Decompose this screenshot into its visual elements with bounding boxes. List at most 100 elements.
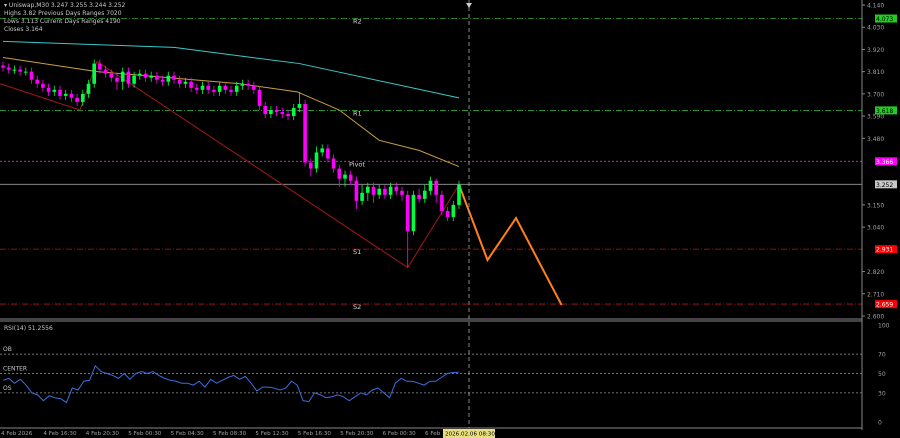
candle xyxy=(29,67,34,84)
candle xyxy=(434,178,438,203)
candle xyxy=(138,69,142,80)
candle xyxy=(274,105,279,117)
candle-body xyxy=(172,75,176,80)
price-tick-label: 3.040 xyxy=(867,225,884,232)
candle-body xyxy=(24,71,28,73)
candle-body xyxy=(434,180,438,195)
candle-body xyxy=(155,75,159,80)
candle-body xyxy=(86,83,91,94)
candle xyxy=(12,65,17,74)
rsi-pane[interactable]: RSI(14) 51.2556 OB CENTER OS xyxy=(0,325,862,404)
price-tick-label: 3.920 xyxy=(867,47,884,54)
pivot-label-s2: S2 xyxy=(353,303,361,311)
candle-body xyxy=(103,69,108,74)
candle-body xyxy=(126,71,131,84)
candle-body xyxy=(6,67,11,70)
candle-body xyxy=(234,85,239,92)
time-tick-label: 4 Feb 2026 xyxy=(1,431,33,437)
candle xyxy=(246,79,250,90)
candle xyxy=(240,79,245,90)
candle-body xyxy=(354,180,359,201)
candle-body xyxy=(337,168,342,179)
price-tag-label: 4.073 xyxy=(876,16,893,23)
candle-body xyxy=(417,194,421,199)
candle-body xyxy=(440,194,444,211)
rsi-tick-label: 30 xyxy=(878,390,886,397)
candle xyxy=(217,81,222,96)
candle xyxy=(417,188,421,203)
candle-body xyxy=(63,93,68,96)
candle xyxy=(303,99,307,167)
candle xyxy=(411,190,416,236)
candle-body xyxy=(451,204,456,218)
rsi-level-label: CENTER xyxy=(3,366,27,373)
candle xyxy=(269,105,273,119)
axes: 4.1404.0303.9203.8103.7003.5903.4803.150… xyxy=(0,0,897,438)
candle-body xyxy=(457,184,461,205)
candle-body xyxy=(35,79,39,84)
candle xyxy=(383,184,387,199)
candle-body xyxy=(314,152,319,169)
candle-body xyxy=(138,73,142,76)
candle-body xyxy=(383,188,387,195)
candle-body xyxy=(274,110,279,113)
candle xyxy=(166,71,171,86)
price-tick-label: 3.480 xyxy=(867,136,884,143)
candle xyxy=(445,206,450,222)
pivot-label-pivot: Pivot xyxy=(349,160,365,168)
rsi-tick-label: 50 xyxy=(878,371,886,378)
price-pane[interactable]: R2 R1 Pivot S1 S2 xyxy=(0,18,862,312)
candle xyxy=(18,65,22,76)
low-line: Lows 3.113 Current Days Ranges 4190 xyxy=(4,18,121,25)
price-tag-label: 3.366 xyxy=(876,159,893,166)
candle-body xyxy=(303,103,307,163)
candle xyxy=(280,107,285,119)
candle-body xyxy=(246,83,250,86)
candle xyxy=(41,79,45,92)
time-tick-label: 5 Feb 08:30 xyxy=(213,431,247,437)
candle-body xyxy=(143,73,148,78)
zigzag-line xyxy=(0,60,460,269)
rsi-line xyxy=(2,364,459,404)
price-tag-label: 3.618 xyxy=(876,108,893,115)
candle xyxy=(388,182,393,199)
candle xyxy=(252,81,256,94)
candle xyxy=(200,81,205,94)
candle xyxy=(223,81,228,94)
pivot-label-r1: R1 xyxy=(353,109,362,117)
candle-body xyxy=(263,105,267,115)
candle xyxy=(291,103,296,121)
candle-body xyxy=(269,110,273,115)
time-tick-label: 5 Feb 00:30 xyxy=(128,431,162,437)
candle-body xyxy=(252,85,256,90)
candle-body xyxy=(75,97,79,102)
candle-body xyxy=(286,114,290,117)
candle-body xyxy=(120,71,125,82)
price-tick-label: 4.140 xyxy=(867,3,884,10)
time-tick-label: 5 Feb 12:30 xyxy=(255,431,289,437)
candle xyxy=(354,176,359,209)
pivot-label-r2: R2 xyxy=(353,18,362,26)
candle-body xyxy=(257,89,262,106)
candle xyxy=(297,91,302,113)
price-tick-label: 2.820 xyxy=(867,269,884,276)
candle-body xyxy=(388,186,393,195)
candle xyxy=(52,85,57,96)
candle-body xyxy=(348,174,353,181)
candle-body xyxy=(411,194,416,232)
time-tick-label: 5 Feb 04:30 xyxy=(171,431,205,437)
candle-body xyxy=(69,93,74,98)
candle-body xyxy=(200,85,205,90)
candle xyxy=(405,190,410,268)
rsi-level-label: OB xyxy=(3,346,12,353)
candle xyxy=(337,164,342,187)
candle xyxy=(58,85,62,100)
trading-chart[interactable]: R2R1PivotS1S2 RSI(14) 51.2556OBCENTEROS … xyxy=(0,0,900,438)
candle-body xyxy=(92,63,96,84)
candle xyxy=(457,180,461,209)
time-tick-label: 5 Feb 20:30 xyxy=(340,431,374,437)
candle-body xyxy=(12,69,17,71)
time-tick-label: 6 Feb xyxy=(425,431,441,437)
candle xyxy=(348,170,353,185)
candle-body xyxy=(423,190,427,199)
